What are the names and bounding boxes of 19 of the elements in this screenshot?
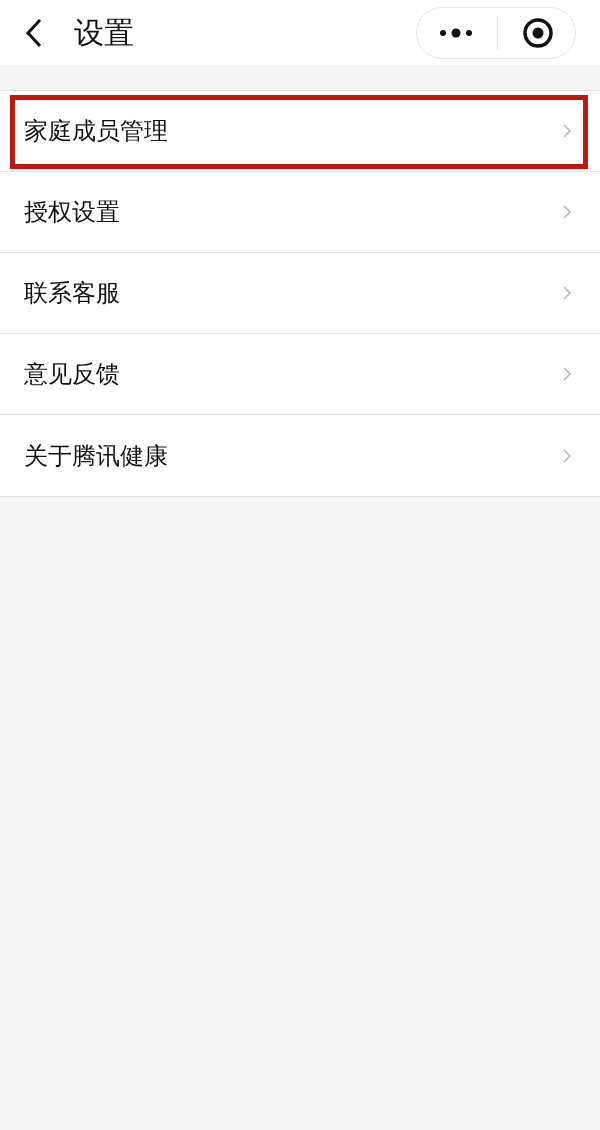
settings-row[interactable]: 家庭成员管理	[0, 91, 600, 172]
settings-row[interactable]: 关于腾讯健康	[0, 415, 600, 496]
row-label: 意见反馈	[24, 359, 120, 389]
row-label: 家庭成员管理	[24, 116, 168, 146]
more-icon[interactable]	[439, 27, 473, 38]
row-label: 联系客服	[24, 278, 120, 308]
chevron-icon	[563, 367, 572, 381]
chevron-icon	[563, 124, 572, 138]
settings-row[interactable]: 意见反馈	[0, 334, 600, 415]
row-label: 关于腾讯健康	[24, 440, 168, 471]
chevron-icon	[563, 448, 572, 463]
settings-row[interactable]: 授权设置	[0, 172, 600, 253]
close-mini-program-icon[interactable]	[522, 16, 554, 49]
row-label: 授权设置	[24, 197, 120, 227]
page-title: 设置	[74, 15, 134, 51]
chevron-icon	[563, 205, 572, 219]
back-icon[interactable]	[24, 16, 44, 49]
settings-row[interactable]: 联系客服	[0, 253, 600, 334]
chevron-icon	[563, 286, 572, 300]
